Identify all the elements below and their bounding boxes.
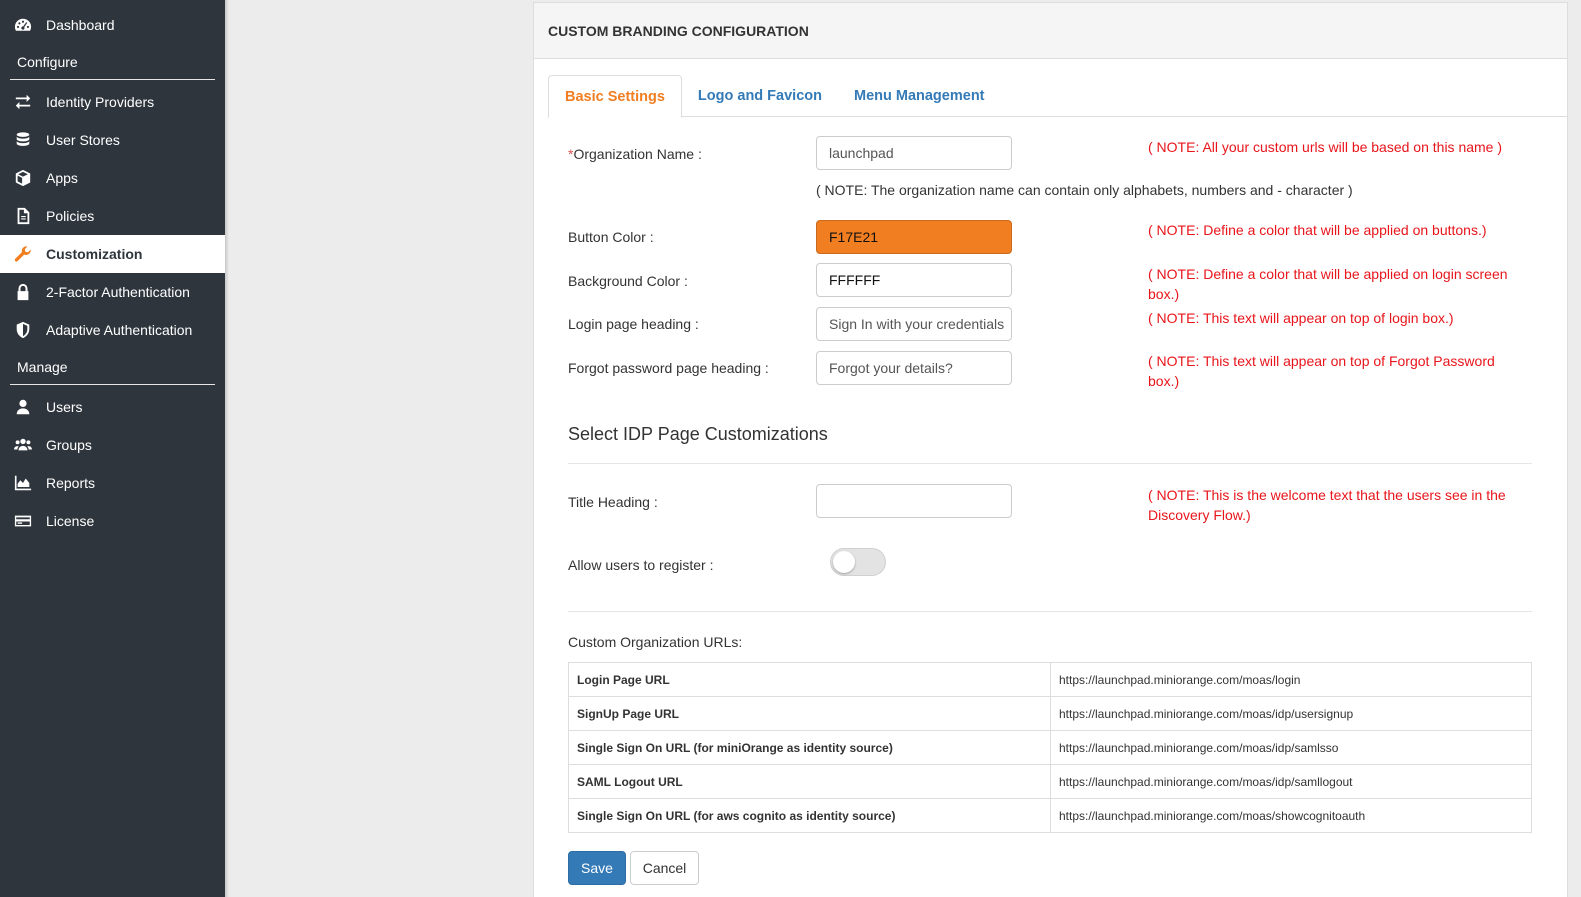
panel-title: CUSTOM BRANDING CONFIGURATION <box>534 3 1567 59</box>
toggle-knob <box>833 551 855 573</box>
wrench-icon <box>12 245 34 263</box>
table-row: Single Sign On URL (for aws cognito as i… <box>568 798 1532 833</box>
sidebar-item-label: Identity Providers <box>46 94 155 110</box>
url-name: SignUp Page URL <box>568 696 1051 731</box>
url-value: https://launchpad.miniorange.com/moas/lo… <box>1050 662 1532 697</box>
sidebar-shadow <box>225 0 229 897</box>
forgot-heading-input[interactable]: Forgot your details? <box>816 351 1012 385</box>
forgot-heading-note: ( NOTE: This text will appear on top of … <box>1148 353 1495 389</box>
org-name-label: *Organization Name : <box>568 146 702 162</box>
area-chart-icon <box>12 474 34 492</box>
section-label: Manage <box>17 359 68 375</box>
url-value: https://launchpad.miniorange.com/moas/sh… <box>1050 798 1532 833</box>
sidebar-item-users[interactable]: Users <box>0 388 225 426</box>
url-name: Single Sign On URL (for miniOrange as id… <box>568 730 1051 765</box>
shield-icon <box>12 321 34 339</box>
url-value: https://launchpad.miniorange.com/moas/id… <box>1050 764 1532 799</box>
tab-logo-and-favicon[interactable]: Logo and Favicon <box>682 75 838 117</box>
title-heading-note: ( NOTE: This is the welcome text that th… <box>1148 487 1506 523</box>
custom-urls-label: Custom Organization URLs: <box>568 634 743 650</box>
org-name-input[interactable]: launchpad <box>816 136 1012 170</box>
url-value: https://launchpad.miniorange.com/moas/id… <box>1050 730 1532 765</box>
login-heading-note: ( NOTE: This text will appear on top of … <box>1148 310 1454 326</box>
sidebar-item-customization[interactable]: Customization <box>0 235 225 273</box>
table-row: Single Sign On URL (for miniOrange as id… <box>568 730 1532 765</box>
login-heading-input[interactable]: Sign In with your credentials <box>816 307 1012 341</box>
table-row: SignUp Page URL https://launchpad.minior… <box>568 696 1532 731</box>
url-name: Single Sign On URL (for aws cognito as i… <box>568 798 1051 833</box>
sidebar-item-label: Users <box>46 399 83 415</box>
sidebar: Dashboard Configure Identity Providers U… <box>0 0 225 897</box>
tab-bar: Basic Settings Logo and Favicon Menu Man… <box>548 75 1567 118</box>
lock-icon <box>12 283 34 301</box>
document-icon <box>12 207 34 225</box>
background-color-label: Background Color : <box>568 273 688 289</box>
idp-section-title: Select IDP Page Customizations <box>568 424 828 444</box>
sidebar-item-label: Apps <box>46 170 78 186</box>
background-color-note: ( NOTE: Define a color that will be appl… <box>1148 266 1508 302</box>
org-name-note: ( NOTE: All your custom urls will be bas… <box>1148 139 1503 155</box>
sidebar-item-label: Dashboard <box>46 17 115 33</box>
custom-urls-table: Login Page URL https://launchpad.miniora… <box>568 662 1532 833</box>
sidebar-item-dashboard[interactable]: Dashboard <box>0 6 225 44</box>
forgot-heading-label: Forgot password page heading : <box>568 360 769 376</box>
database-icon <box>12 131 34 149</box>
sidebar-item-adaptive-authentication[interactable]: Adaptive Authentication <box>0 311 225 349</box>
cube-icon <box>12 169 34 187</box>
sidebar-item-label: Reports <box>46 475 96 491</box>
allow-register-label: Allow users to register : <box>568 557 714 573</box>
sidebar-item-label: Policies <box>46 208 95 224</box>
section-divider <box>568 463 1532 464</box>
sidebar-item-label: License <box>46 513 95 529</box>
sidebar-item-label: User Stores <box>46 132 120 148</box>
url-name: SAML Logout URL <box>568 764 1051 799</box>
url-name: Login Page URL <box>568 662 1051 697</box>
sidebar-item-label: Groups <box>46 437 92 453</box>
title-heading-label: Title Heading : <box>568 494 658 510</box>
sidebar-item-user-stores[interactable]: User Stores <box>0 121 225 159</box>
sidebar-item-policies[interactable]: Policies <box>0 197 225 235</box>
exchange-arrows-icon <box>12 93 34 111</box>
org-name-subnote: ( NOTE: The organization name can contai… <box>816 182 1353 198</box>
tab-menu-management[interactable]: Menu Management <box>838 75 1001 117</box>
sidebar-item-apps[interactable]: Apps <box>0 159 225 197</box>
login-heading-label: Login page heading : <box>568 316 699 332</box>
group-icon <box>12 436 34 454</box>
sidebar-item-2-factor-authentication[interactable]: 2-Factor Authentication <box>0 273 225 311</box>
section-label: Configure <box>17 54 78 70</box>
org-name-label-text: Organization Name : <box>573 146 702 162</box>
table-row: SAML Logout URL https://launchpad.minior… <box>568 764 1532 799</box>
sidebar-item-groups[interactable]: Groups <box>0 426 225 464</box>
sidebar-item-identity-providers[interactable]: Identity Providers <box>0 83 225 121</box>
sidebar-item-label: Customization <box>46 246 143 262</box>
sidebar-item-label: 2-Factor Authentication <box>46 284 190 300</box>
sidebar-item-reports[interactable]: Reports <box>0 464 225 502</box>
button-color-input[interactable]: F17E21 <box>816 220 1012 254</box>
tab-basic-settings[interactable]: Basic Settings <box>548 75 682 118</box>
button-color-note: ( NOTE: Define a color that will be appl… <box>1148 222 1487 238</box>
dashboard-icon <box>12 16 34 34</box>
credit-card-icon <box>12 512 34 530</box>
sidebar-item-license[interactable]: License <box>0 502 225 540</box>
background-color-input[interactable]: FFFFFF <box>816 263 1012 297</box>
sidebar-section-manage: Manage <box>0 349 225 385</box>
table-row: Login Page URL https://launchpad.miniora… <box>568 662 1532 697</box>
branding-panel: CUSTOM BRANDING CONFIGURATION Basic Sett… <box>533 2 1568 897</box>
save-button[interactable]: Save <box>568 851 626 885</box>
url-value: https://launchpad.miniorange.com/moas/id… <box>1050 696 1532 731</box>
user-icon <box>12 398 34 416</box>
sidebar-item-label: Adaptive Authentication <box>46 322 193 338</box>
sidebar-section-configure: Configure <box>0 44 225 80</box>
title-heading-input[interactable] <box>816 484 1012 518</box>
button-color-label: Button Color : <box>568 229 654 245</box>
section-divider <box>568 611 1532 612</box>
allow-register-toggle[interactable] <box>830 548 886 576</box>
cancel-button[interactable]: Cancel <box>630 851 699 885</box>
